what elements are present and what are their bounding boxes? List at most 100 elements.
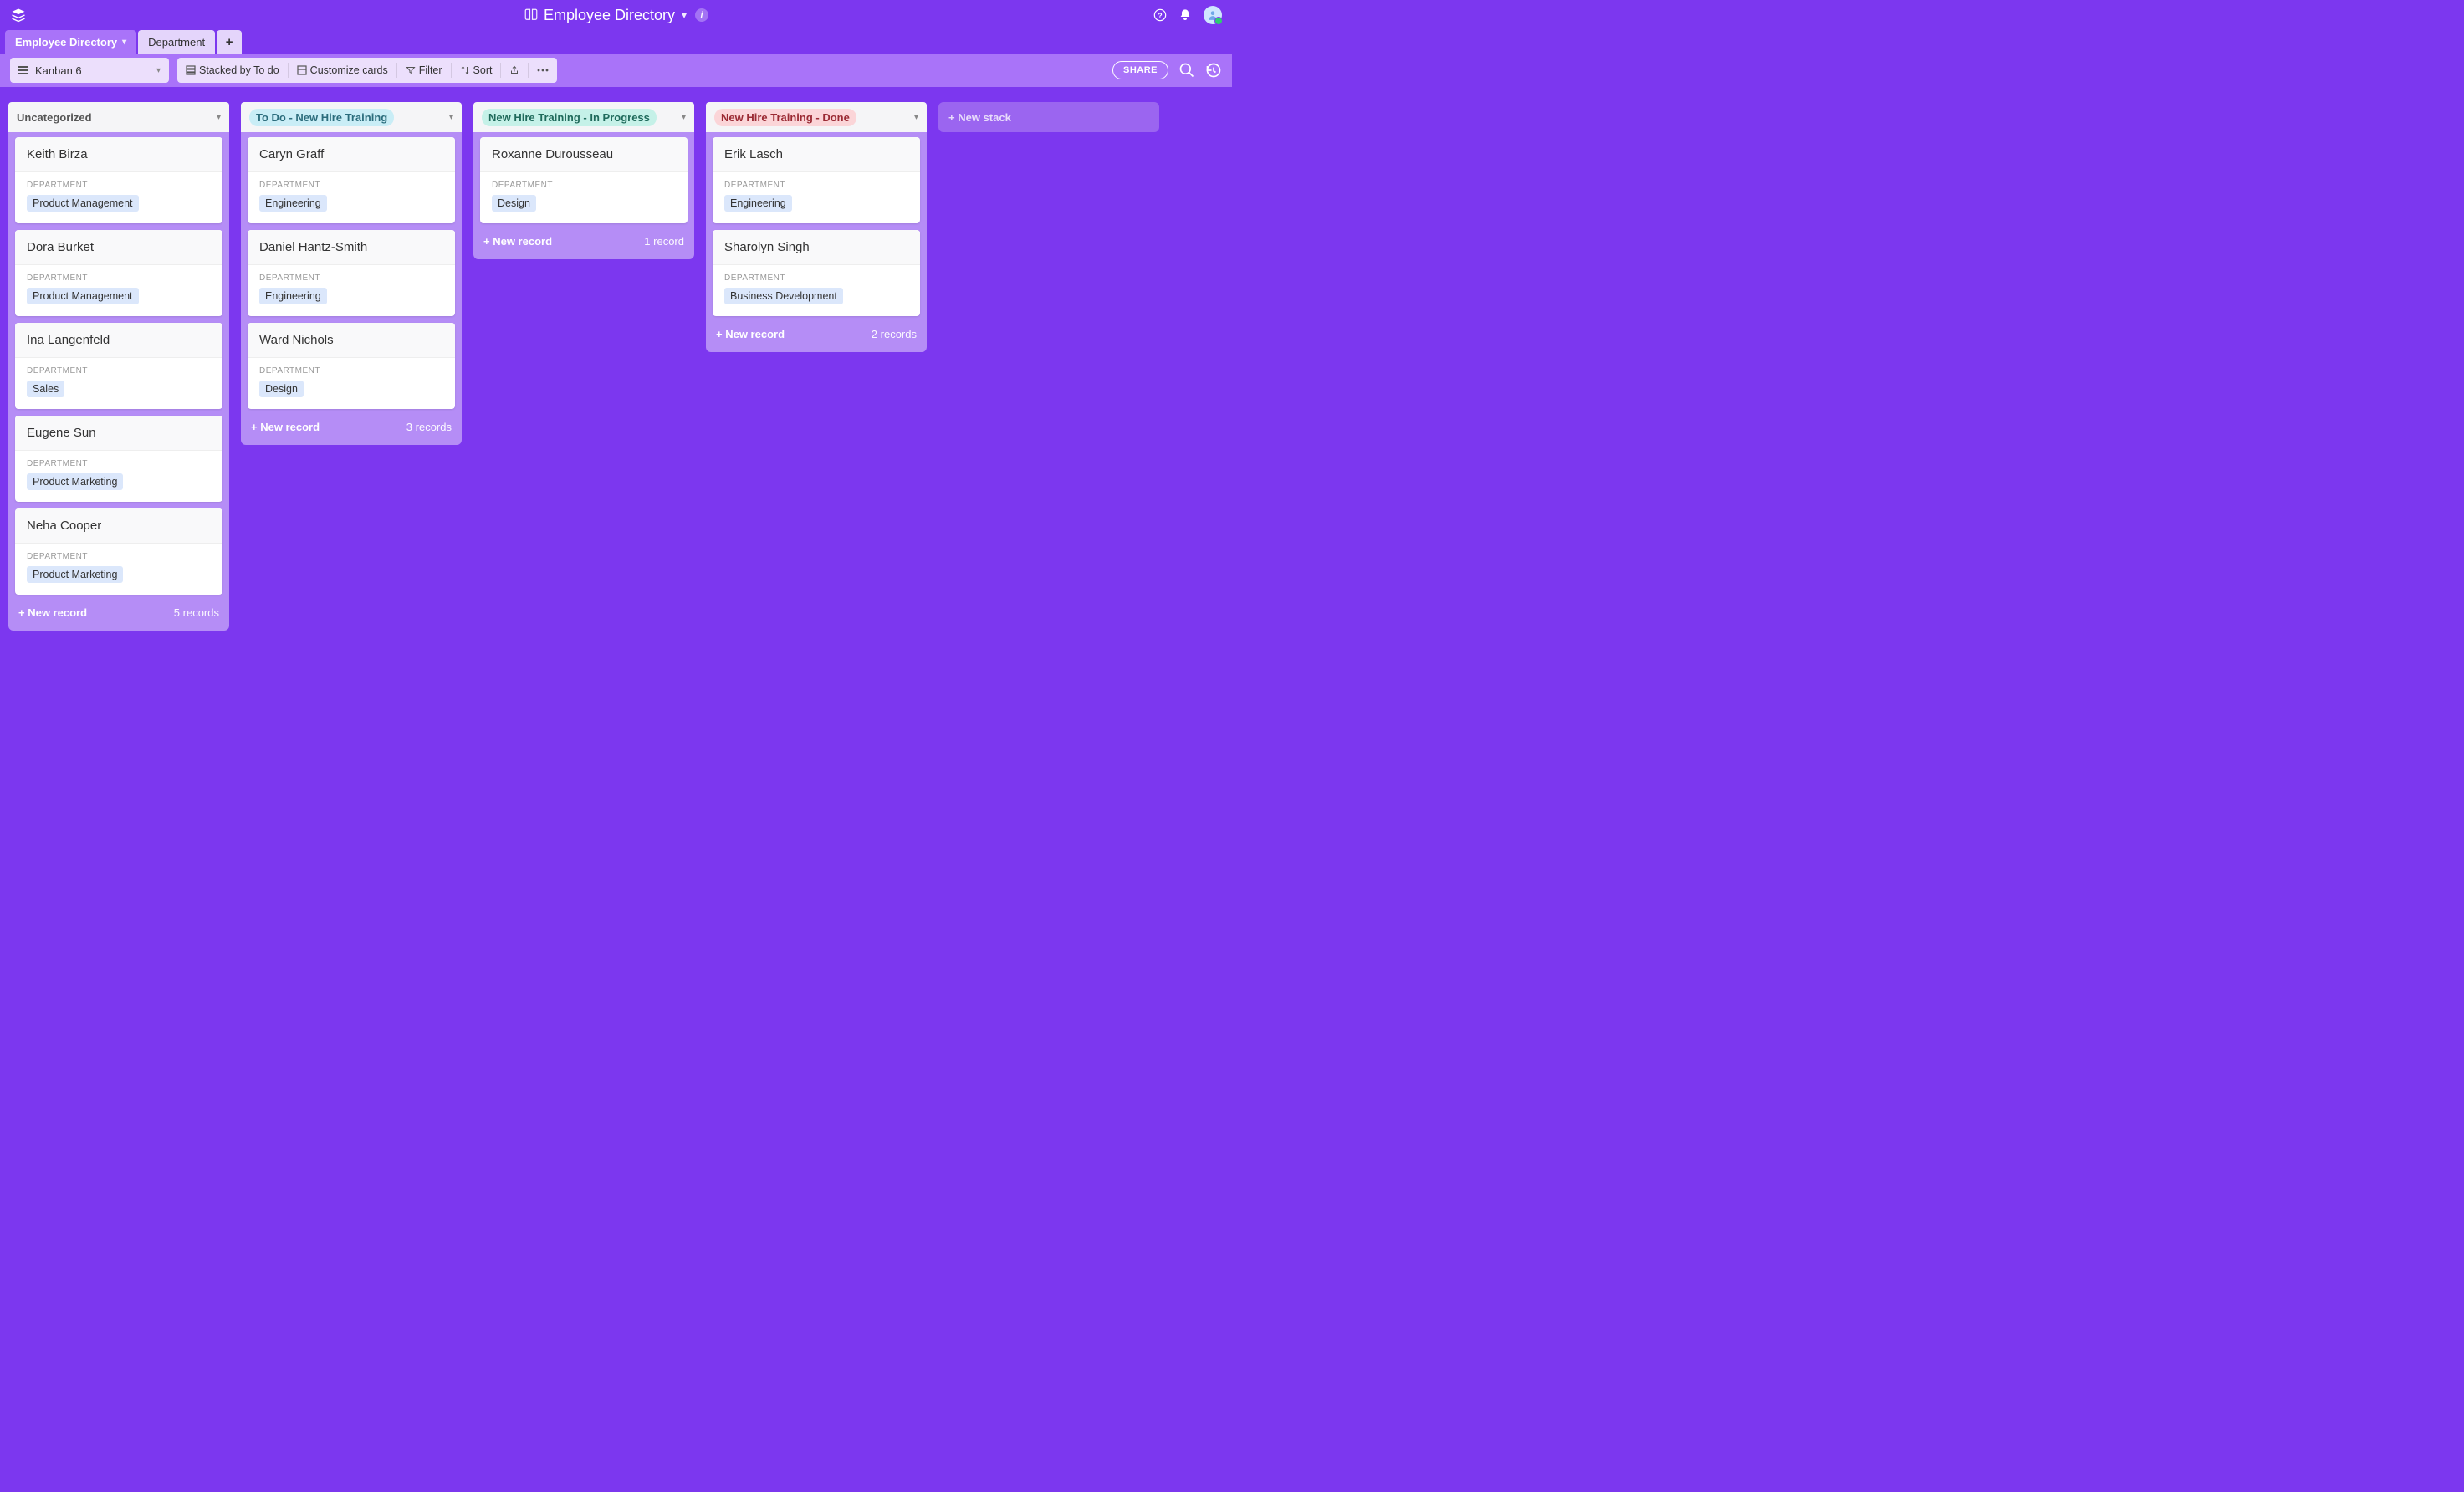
record-card[interactable]: Eugene SunDEPARTMENTProduct Marketing	[15, 416, 222, 502]
kanban-board: Uncategorized▾Keith BirzaDEPARTMENTProdu…	[0, 87, 1232, 646]
stack-header[interactable]: New Hire Training - In Progress ▾	[473, 102, 694, 132]
customize-label: Customize cards	[310, 64, 388, 76]
card-body: DEPARTMENT Sales	[15, 358, 222, 409]
field-label: DEPARTMENT	[259, 273, 443, 283]
stack-title: Uncategorized	[17, 109, 99, 126]
card-body: DEPARTMENTProduct Management	[15, 172, 222, 223]
stack-title: New Hire Training - In Progress	[482, 109, 657, 126]
record-card[interactable]: Caryn GraffDEPARTMENTEngineering	[248, 137, 455, 223]
stack-cards: Roxanne DurousseauDEPARTMENTDesign	[477, 137, 691, 227]
card-body: DEPARTMENTDesign	[248, 358, 455, 409]
sort-button[interactable]: Sort	[452, 58, 501, 83]
stack-title: To Do - New Hire Training	[249, 109, 394, 126]
record-card[interactable]: Sharolyn SinghDEPARTMENTBusiness Develop…	[713, 230, 920, 316]
filter-button[interactable]: Filter	[397, 58, 451, 83]
filter-label: Filter	[419, 64, 442, 76]
stack-title: New Hire Training - Done	[714, 109, 856, 126]
card-title: Caryn Graff	[248, 137, 455, 172]
chevron-down-icon[interactable]: ▾	[914, 113, 918, 122]
stack-header[interactable]: New Hire Training - Done ▾	[706, 102, 927, 132]
new-record-button[interactable]: + New record	[483, 235, 552, 248]
tab-label: Department	[148, 36, 205, 49]
history-icon[interactable]	[1205, 62, 1222, 79]
stack-header[interactable]: To Do - New Hire Training ▾	[241, 102, 462, 132]
department-chip: Sales	[27, 381, 64, 397]
stack-cards: Caryn GraffDEPARTMENTEngineeringDaniel H…	[244, 137, 458, 412]
stacked-by-button[interactable]: Stacked by To do	[177, 58, 288, 83]
tab-department[interactable]: Department	[138, 30, 215, 54]
stack-cards: Keith BirzaDEPARTMENTProduct ManagementD…	[12, 137, 226, 598]
topbar: Employee Directory ▾ i ?	[0, 0, 1232, 30]
record-count: 2 records	[872, 328, 917, 340]
view-picker[interactable]: Kanban 6 ▾	[10, 58, 169, 83]
stack-footer: + New record 2 records	[709, 319, 923, 352]
department-chip: Design	[259, 381, 304, 397]
kanban-stack: New Hire Training - Done ▾ Erik LaschDEPAR…	[706, 102, 927, 352]
base-title-text: Employee Directory	[544, 7, 675, 24]
table-tabs: Employee Directory ▾ Department +	[0, 30, 1232, 54]
field-label: DEPARTMENT	[259, 181, 443, 190]
card-title: Keith Birza	[15, 137, 222, 172]
field-label: DEPARTMENT	[27, 366, 211, 376]
department-chip: Product Management	[27, 288, 139, 304]
chevron-down-icon: ▾	[156, 66, 161, 75]
card-title: Roxanne Durousseau	[480, 137, 688, 172]
record-count: 3 records	[406, 421, 452, 433]
card-body: DEPARTMENTEngineering	[248, 172, 455, 223]
view-toolbar: Kanban 6 ▾ Stacked by To do Customize ca…	[0, 54, 1232, 87]
card-body: DEPARTMENTEngineering	[248, 265, 455, 316]
chevron-down-icon[interactable]: ▾	[217, 113, 221, 122]
plus-icon: +	[226, 35, 233, 49]
customize-cards-button[interactable]: Customize cards	[289, 58, 396, 83]
chevron-down-icon: ▾	[122, 38, 126, 47]
record-card[interactable]: Daniel Hantz-SmithDEPARTMENTEngineering	[248, 230, 455, 316]
sort-label: Sort	[473, 64, 493, 76]
app-logo-icon[interactable]	[10, 7, 27, 23]
chevron-down-icon[interactable]: ▾	[449, 113, 453, 122]
card-body: DEPARTMENTBusiness Development	[713, 265, 920, 316]
record-card[interactable]: Erik LaschDEPARTMENTEngineering	[713, 137, 920, 223]
stacked-by-label: Stacked by To do	[199, 64, 279, 76]
new-record-button[interactable]: + New record	[251, 421, 320, 433]
base-title[interactable]: Employee Directory ▾ i	[177, 7, 1055, 24]
card-title: Daniel Hantz-Smith	[248, 230, 455, 265]
stack-header[interactable]: Uncategorized ▾	[8, 102, 229, 132]
share-icon-button[interactable]	[501, 58, 528, 83]
chevron-down-icon: ▾	[682, 9, 687, 21]
record-card[interactable]: Neha CooperDEPARTMENTProduct Marketing	[15, 508, 222, 595]
record-card[interactable]: Keith BirzaDEPARTMENTProduct Management	[15, 137, 222, 223]
bell-icon[interactable]	[1178, 8, 1192, 22]
card-body: DEPARTMENTProduct Management	[15, 265, 222, 316]
department-chip: Product Marketing	[27, 566, 123, 583]
new-record-button[interactable]: + New record	[716, 328, 785, 340]
svg-text:?: ?	[1158, 11, 1162, 19]
record-count: 1 record	[644, 235, 684, 248]
info-icon[interactable]: i	[695, 8, 708, 22]
record-card[interactable]: Roxanne DurousseauDEPARTMENTDesign	[480, 137, 688, 223]
view-options: Stacked by To do Customize cards Filter …	[177, 58, 557, 83]
share-button[interactable]: SHARE	[1112, 61, 1168, 79]
department-chip: Design	[492, 195, 536, 212]
tab-employee-directory[interactable]: Employee Directory ▾	[5, 30, 136, 54]
record-card[interactable]: Ina LangenfeldDEPARTMENTSales	[15, 323, 222, 409]
record-card[interactable]: Ward NicholsDEPARTMENTDesign	[248, 323, 455, 409]
help-icon[interactable]: ?	[1153, 8, 1167, 22]
avatar[interactable]	[1204, 6, 1222, 24]
stack-footer: + New record 5 records	[12, 598, 226, 631]
department-chip: Product Management	[27, 195, 139, 212]
stack-footer: + New record 1 record	[477, 227, 691, 259]
stack-cards: Erik LaschDEPARTMENTEngineeringSharolyn …	[709, 137, 923, 319]
record-count: 5 records	[174, 606, 219, 619]
kanban-stack: New Hire Training - In Progress ▾ Roxanne …	[473, 102, 694, 259]
new-record-button[interactable]: + New record	[18, 606, 87, 619]
card-body: DEPARTMENTEngineering	[713, 172, 920, 223]
new-stack-button[interactable]: + New stack	[938, 102, 1159, 132]
record-card[interactable]: Dora BurketDEPARTMENTProduct Management	[15, 230, 222, 316]
chevron-down-icon[interactable]: ▾	[682, 113, 686, 122]
search-icon[interactable]	[1178, 62, 1195, 79]
add-table-button[interactable]: +	[217, 30, 242, 54]
field-label: DEPARTMENT	[27, 552, 211, 561]
card-body: DEPARTMENTProduct Marketing	[15, 451, 222, 502]
card-body: DEPARTMENTDesign	[480, 172, 688, 223]
more-options-button[interactable]	[529, 58, 557, 83]
